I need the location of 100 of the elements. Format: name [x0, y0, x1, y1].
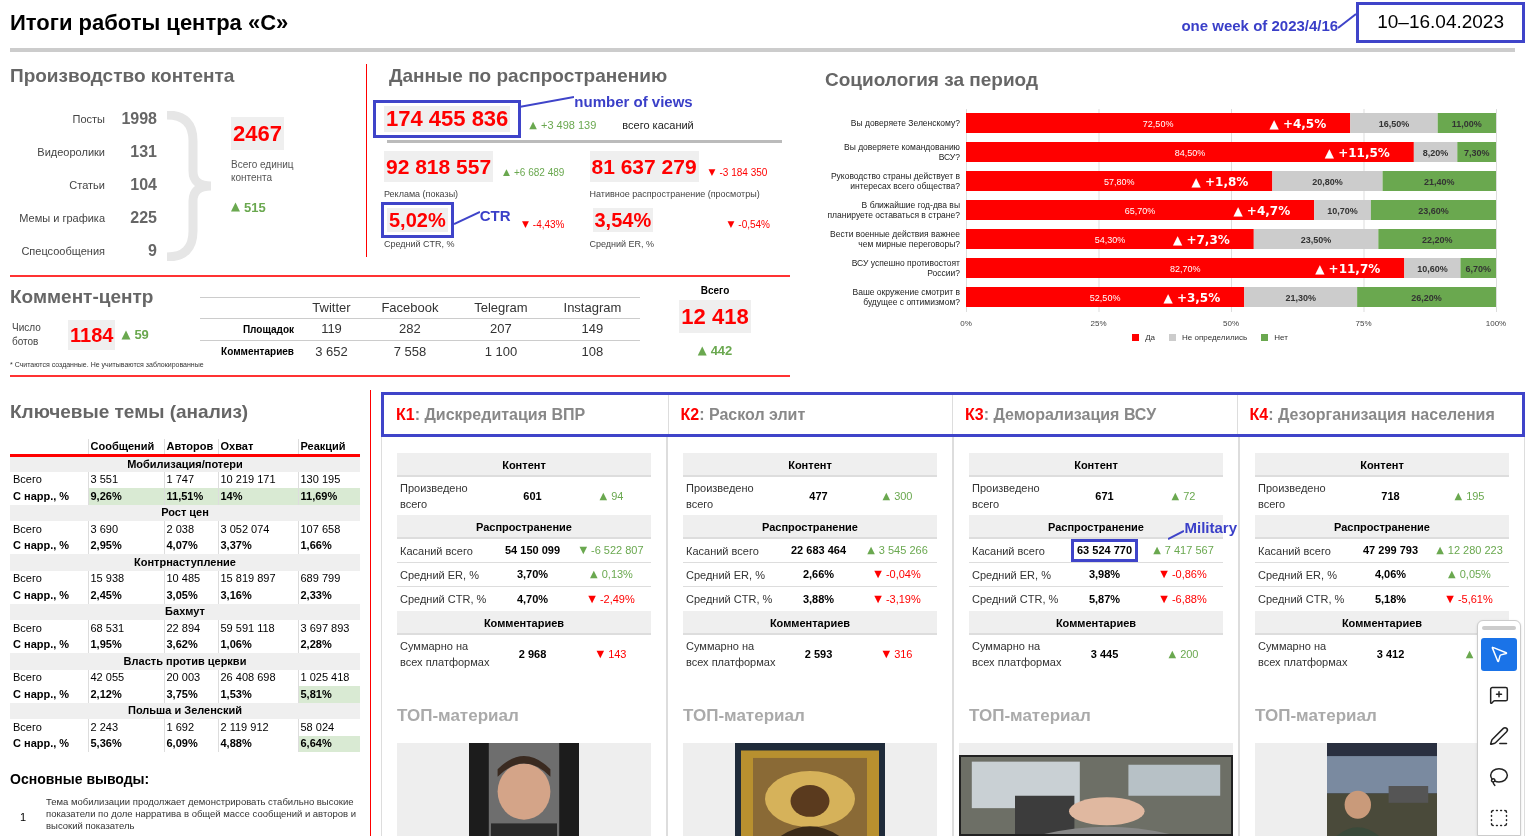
axis-tick-label: 50% [1223, 318, 1239, 328]
trend-arrow: ▲ [599, 488, 608, 503]
conclusion-text: Тема мобилизации продолжает демонстрировать стабильно высокие показатели по доле нарратива в общей массе сообщений и авторов и высокий показатель [46, 796, 358, 832]
trend-arrow: ▼ [1446, 591, 1454, 606]
metric-value: 9 [147, 241, 157, 261]
data-label: 16,50% [1378, 118, 1410, 128]
top-material-title: ТОП-материал [1255, 705, 1378, 727]
delta-value: -0,86% [1171, 567, 1207, 583]
row-label: Средний CTR, % [399, 592, 488, 607]
delta-value: 200 [1180, 646, 1199, 662]
delta-value: +3 498 139 [540, 118, 597, 133]
annotation-note: one week of 2023/4/16 [1181, 16, 1339, 36]
group-header: Контрнаступление [10, 554, 360, 571]
delta-value: 0,05% [1459, 567, 1491, 583]
delta-label: ▲ +4,7% [1233, 203, 1291, 218]
row-value: 3,88% [802, 591, 835, 607]
row-label: Средний CTR, % [971, 592, 1060, 607]
comment-add-icon [1489, 685, 1509, 706]
row-value: 3,98% [1088, 567, 1121, 583]
trend-arrow: ▲ [1153, 543, 1161, 558]
data-label: 82,70% [1169, 263, 1201, 273]
channel-label: Нативное распространение (просмотры) [588, 188, 761, 201]
date-range: 10–16.04.2023 [1356, 2, 1525, 43]
delta-value: 94 [611, 488, 624, 504]
table-cell: 3,16% [218, 587, 298, 604]
section-header: Распространение [397, 515, 651, 539]
legend-label: Не определились [1182, 331, 1248, 344]
delta-label: ▲ +1,8% [1191, 174, 1249, 189]
row-label: Средний CTR, % [685, 592, 774, 607]
metric-value: 5,02% [387, 207, 448, 232]
row-label: Произведено всего [399, 481, 469, 512]
delta-label: ▲ +4,5% [1269, 116, 1327, 131]
table-cell: 1 692 [164, 719, 218, 736]
page-title: Итоги работы центра «С» [10, 9, 289, 37]
column-header: Facebook [363, 297, 457, 318]
row-label: Касаний всего [399, 543, 474, 559]
delta-value: 7 417 567 [1164, 543, 1214, 559]
trend-arrow: ▼ [727, 217, 735, 231]
trend-arrow: ▼ [579, 543, 587, 558]
axis-tick-label: 0% [960, 318, 972, 328]
metric-label: Спецсообщения [20, 243, 105, 259]
trend-arrow: ▲ [1436, 543, 1444, 558]
row-label: Всего [10, 521, 88, 538]
delta-label: ▲ +3,5% [1163, 290, 1221, 305]
row-label: Средний ER, % [971, 567, 1052, 583]
total-label: Всего единиц контента [231, 157, 295, 184]
delta-value: 515 [244, 198, 266, 217]
data-label: 7,30% [1463, 147, 1490, 157]
delta-value: -3 184 350 [719, 166, 768, 180]
metric-label: Мемы и графика [18, 210, 105, 226]
row-value: 601 [523, 488, 542, 504]
delta-label: ▲ +11,5% [1324, 145, 1390, 160]
delta-label: ▲ +7,3% [1173, 232, 1230, 247]
metric-value: 104 [129, 175, 157, 195]
row-value: 4,06% [1374, 567, 1407, 583]
data-label: 72,50% [1142, 118, 1174, 128]
delta-value: 300 [894, 488, 913, 504]
data-label: 10,60% [1417, 263, 1448, 273]
section-header: Комментариев [397, 611, 651, 635]
data-label: 23,60% [1418, 205, 1449, 215]
delta-value: -5,61% [1457, 591, 1493, 607]
row-label: С нарр., % [10, 488, 88, 505]
dashed-square-icon [1489, 808, 1509, 829]
annotation-note: Military [1184, 518, 1237, 538]
delta-value: 316 [894, 646, 913, 662]
section-header: Распространение [683, 515, 937, 539]
data-label: 26,20% [1411, 292, 1442, 302]
table-cell: 149 [544, 318, 640, 340]
data-label: 54,30% [1094, 234, 1126, 244]
top-material-title: ТОП-материал [397, 705, 520, 727]
row-value: 47 299 793 [1362, 543, 1419, 559]
table-cell: 108 [544, 340, 640, 362]
metric-label: Посты [71, 111, 105, 127]
table-cell: 3,75% [164, 686, 218, 703]
table-cell: 282 [363, 318, 457, 340]
group-header: Рост цен [10, 504, 360, 521]
section-header: Комментариев [969, 611, 1223, 635]
metric-value: 3,54% [592, 207, 654, 232]
trend-arrow: ▼ [874, 567, 882, 582]
category-label: Вы доверяете Зеленскому? [850, 118, 960, 128]
section-header: Комментариев [1255, 611, 1509, 635]
trend-arrow: ▼ [882, 646, 891, 661]
row-label: С нарр., % [10, 587, 88, 604]
delta-value: -0,04% [885, 567, 921, 583]
metric-label: Видеоролики [36, 144, 105, 160]
data-label: 20,80% [1312, 176, 1343, 186]
group-header: Власть против церкви [10, 653, 360, 670]
legend-label: Да [1145, 331, 1155, 344]
row-value: 3 445 [1090, 646, 1119, 662]
data-label: 11,00% [1451, 118, 1482, 128]
trend-arrow: ▼ [588, 591, 596, 606]
delta-value: 3 545 266 [878, 543, 928, 559]
data-label: 84,50% [1174, 147, 1206, 157]
metric-value: 131 [129, 142, 157, 162]
delta-value: -3,19% [885, 591, 921, 607]
row-label: Средний ER, % [685, 567, 766, 583]
row-value: 671 [1095, 488, 1114, 504]
section-header: Контент [397, 453, 651, 477]
total-value: 12 418 [679, 300, 751, 333]
table-cell: 68 531 [88, 620, 164, 637]
